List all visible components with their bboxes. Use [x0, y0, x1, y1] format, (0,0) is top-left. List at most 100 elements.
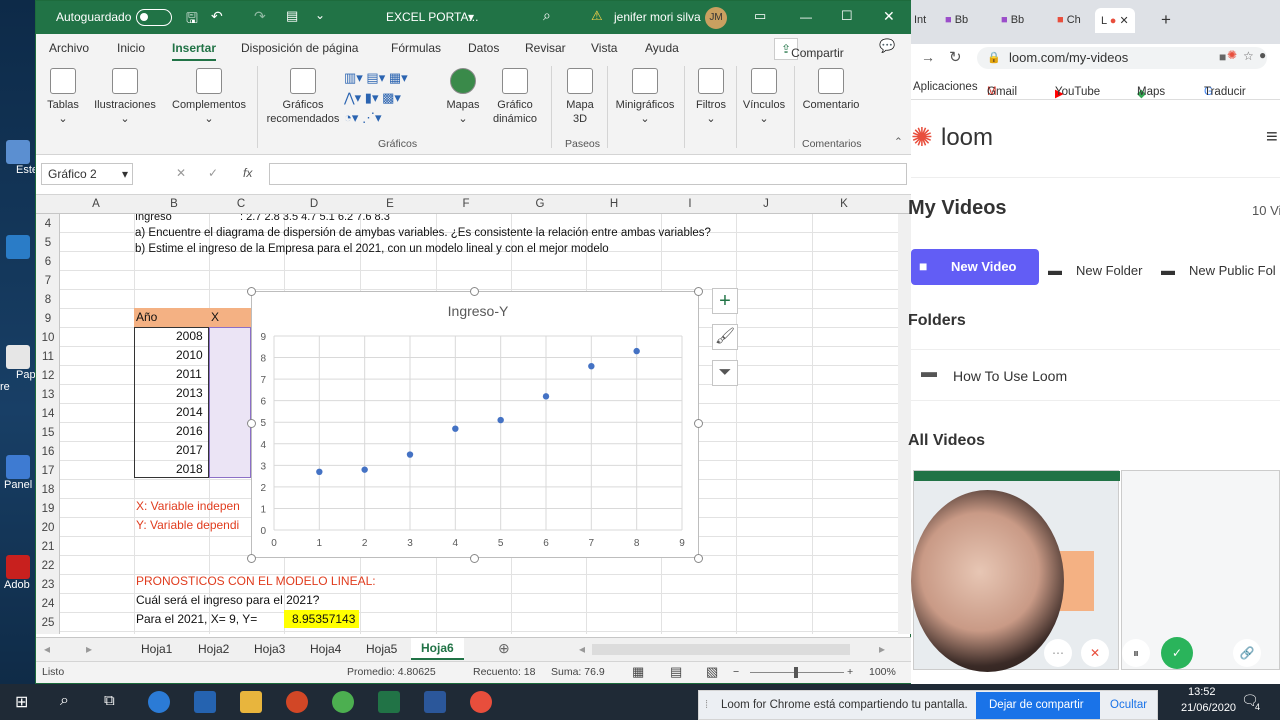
- cell-c4[interactable]: : 2.7 2.8 3.5 4.7 5.1 6.2 7.6 8.3: [240, 214, 390, 223]
- cell-b4-question-a[interactable]: a) Encuentre el diagrama de dispersión d…: [135, 227, 711, 239]
- mapa3d-button[interactable]: Mapa 3D: [558, 68, 602, 126]
- tab-vista[interactable]: Vista: [591, 41, 617, 55]
- row-header[interactable]: 25: [36, 617, 60, 629]
- filtros-button[interactable]: Filtros ⌄: [690, 68, 732, 126]
- chevron-right-icon[interactable]: ▸: [879, 642, 885, 656]
- tab-formulas[interactable]: Fórmulas: [391, 41, 441, 55]
- year-cell[interactable]: 2011: [176, 367, 202, 381]
- grafico-dinamico-button[interactable]: Gráfico dinámico: [488, 68, 542, 126]
- chart-filter-icon[interactable]: ⏷: [712, 360, 738, 386]
- row-header[interactable]: 10: [36, 332, 60, 344]
- chart-types-grid[interactable]: ▥▾ ▤▾ ▦▾ ⋀▾ ▮▾ ▩▾ ◔▾ ⋰▾: [344, 68, 430, 128]
- year-cell[interactable]: 2018: [176, 462, 203, 476]
- row-header[interactable]: 18: [36, 484, 60, 496]
- year-cell[interactable]: 2008: [176, 329, 203, 343]
- chevron-down-icon[interactable]: ▾: [468, 10, 474, 24]
- drag-handle-icon[interactable]: ⁞: [705, 699, 708, 711]
- row-header[interactable]: 5: [36, 237, 60, 249]
- vinculos-button[interactable]: Vínculos ⌄: [739, 68, 789, 126]
- row-header[interactable]: 22: [36, 560, 60, 572]
- pie-chart-icon[interactable]: ◔▾ ⋰▾: [344, 108, 430, 128]
- x-column-selected[interactable]: [209, 327, 251, 478]
- search-icon[interactable]: ⌕: [60, 692, 69, 710]
- resize-handle[interactable]: [247, 554, 256, 563]
- zoom-in-icon[interactable]: +: [847, 666, 853, 678]
- loom-extension-icon[interactable]: ✺: [1227, 48, 1237, 62]
- menu-icon[interactable]: ≡: [1266, 126, 1278, 149]
- tab-revisar[interactable]: Revisar: [525, 41, 566, 55]
- row-header[interactable]: 23: [36, 579, 60, 591]
- new-video-button[interactable]: ■ New Video: [911, 249, 1039, 285]
- horizontal-scrollbar[interactable]: [592, 644, 850, 655]
- column-header[interactable]: K: [838, 198, 850, 210]
- year-cell[interactable]: 2013: [176, 386, 203, 400]
- row-header[interactable]: 13: [36, 389, 60, 401]
- chevron-right-icon[interactable]: ▸: [86, 642, 92, 656]
- tab-inicio[interactable]: Inicio: [117, 41, 145, 55]
- sheet-tab[interactable]: Hoja4: [310, 642, 341, 656]
- tab-insertar[interactable]: Insertar: [172, 41, 217, 61]
- name-box[interactable]: Gráfico 2 ▾: [41, 163, 133, 185]
- address-bar[interactable]: 🔒 loom.com/my-videos ■ ☆: [977, 47, 1267, 69]
- link-icon[interactable]: 🔗: [1233, 639, 1261, 667]
- browser-tab[interactable]: ■ Bb: [1001, 14, 1024, 26]
- maximize-icon[interactable]: ☐: [841, 8, 853, 24]
- avatar[interactable]: JM: [705, 7, 727, 29]
- column-header[interactable]: I: [684, 198, 696, 210]
- browser-tab[interactable]: ■ Ch: [1057, 14, 1081, 26]
- tab-archivo[interactable]: Archivo: [49, 41, 89, 55]
- tablas-button[interactable]: Tablas ⌄: [43, 68, 83, 126]
- year-cell[interactable]: 2010: [176, 348, 203, 362]
- desktop-icon[interactable]: Este: [0, 140, 38, 176]
- formula-input[interactable]: [269, 163, 907, 185]
- folder-row[interactable]: ▬ How To Use Loom: [911, 349, 1280, 401]
- sheet-tab[interactable]: Hoja5: [366, 642, 397, 656]
- column-header[interactable]: F: [460, 198, 472, 210]
- column-header[interactable]: G: [534, 198, 546, 210]
- new-public-folder-button[interactable]: New Public Fol: [1189, 263, 1276, 278]
- redo-icon[interactable]: ↷: [254, 8, 266, 25]
- minigraficos-button[interactable]: Minigráficos ⌄: [612, 68, 678, 126]
- graficos-recomendados-button[interactable]: Gráficos recomendados: [264, 68, 342, 126]
- loom-brand[interactable]: loom: [941, 124, 993, 152]
- chevron-down-icon[interactable]: ▾: [122, 167, 128, 181]
- browser-tab-active[interactable]: L ● ✕: [1095, 8, 1135, 33]
- column-header[interactable]: A: [90, 198, 102, 210]
- browser-tab[interactable]: ■ Bb: [945, 14, 968, 26]
- cell-d25[interactable]: 8.95357143: [284, 610, 359, 628]
- vertical-scrollbar[interactable]: [898, 214, 912, 634]
- word-icon[interactable]: [424, 691, 446, 713]
- row-header[interactable]: 14: [36, 408, 60, 420]
- desktop-icon[interactable]: Adob: [0, 555, 36, 591]
- task-view-icon[interactable]: ⧉: [104, 692, 115, 709]
- resize-handle[interactable]: [247, 287, 256, 296]
- row-header[interactable]: 20: [36, 522, 60, 534]
- row-header[interactable]: 6: [36, 256, 60, 268]
- cell-b25[interactable]: Para el 2021, X= 9, Y=: [136, 612, 257, 626]
- tab-disposicion[interactable]: Disposición de página: [241, 41, 358, 55]
- year-cell[interactable]: 2017: [176, 443, 203, 457]
- camera-icon[interactable]: ■: [1219, 50, 1226, 64]
- row-header[interactable]: 24: [36, 598, 60, 610]
- powerpoint-icon[interactable]: [286, 691, 308, 713]
- cell-b23[interactable]: PRONOSTICOS CON EL MODELO LINEAL:: [136, 574, 376, 588]
- forward-icon[interactable]: →: [921, 49, 935, 65]
- add-sheet-icon[interactable]: ⊕: [498, 640, 510, 657]
- chevron-left-icon[interactable]: ◂: [579, 642, 585, 656]
- page-break-icon[interactable]: ▧: [706, 664, 718, 680]
- scatter-chart[interactable]: Ingreso-Y 0 1 2 3 4 5 6 7 8 9 0 1 2 3 4 5 6 7 8 9: [251, 291, 699, 558]
- save-icon[interactable]: 🖫: [186, 8, 198, 32]
- collapse-ribbon-icon[interactable]: ⌃: [894, 136, 903, 148]
- cell-b4[interactable]: Ingreso: [135, 214, 172, 223]
- resize-handle[interactable]: [470, 287, 479, 296]
- finish-recording-icon[interactable]: ✓: [1161, 637, 1193, 669]
- normal-view-icon[interactable]: ▦: [632, 664, 644, 680]
- row-header[interactable]: 4: [36, 218, 60, 230]
- hide-button[interactable]: Ocultar: [1110, 699, 1147, 711]
- chevron-left-icon[interactable]: ◂: [44, 642, 50, 656]
- row-header[interactable]: 7: [36, 275, 60, 287]
- zoom-out-icon[interactable]: −: [733, 666, 739, 678]
- resize-handle[interactable]: [247, 419, 256, 428]
- user-icon[interactable]: ●: [1259, 48, 1266, 62]
- chart-elements-icon[interactable]: +: [712, 288, 738, 314]
